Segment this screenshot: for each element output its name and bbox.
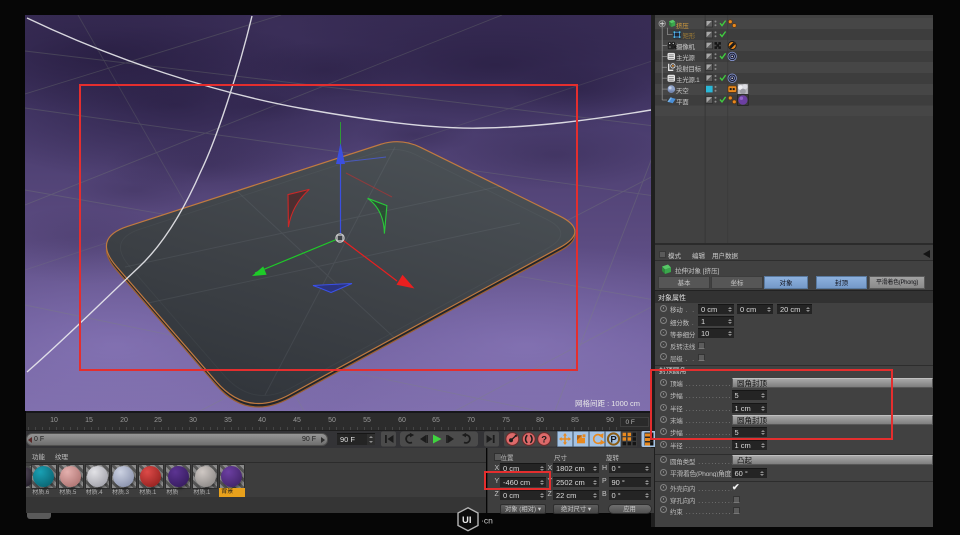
svg-text:P: P xyxy=(610,435,617,446)
svg-text:?: ? xyxy=(541,435,547,446)
svg-text:网格间距 : 1000 cm: 网格间距 : 1000 cm xyxy=(575,398,640,408)
svg-text:·cn: ·cn xyxy=(481,516,493,526)
svg-text:UI: UI xyxy=(462,515,472,526)
